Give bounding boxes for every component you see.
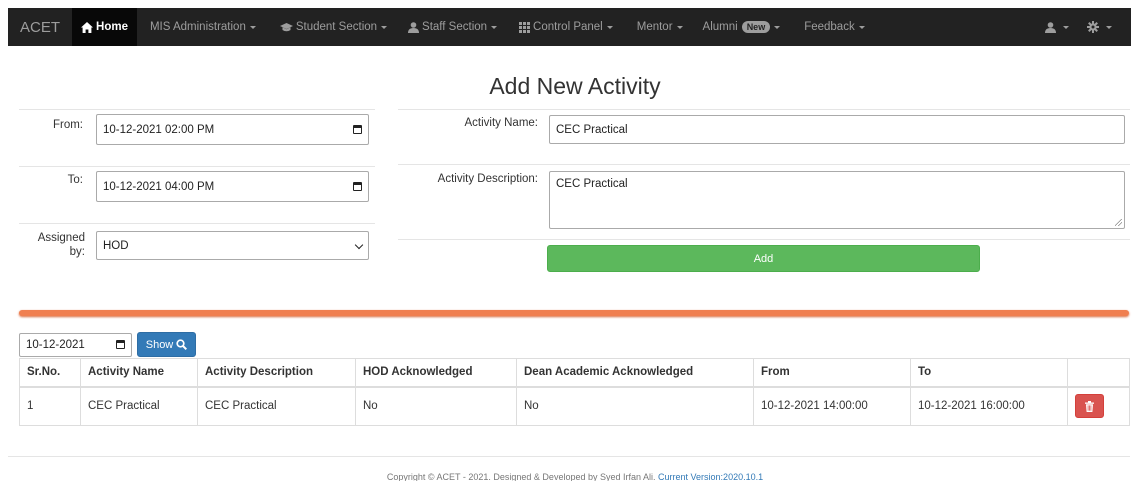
copyright-text: Copyright © ACET - 2021. Designed & Deve… bbox=[386, 472, 656, 481]
nav-home-label: Home bbox=[96, 21, 128, 33]
user-icon bbox=[408, 21, 420, 33]
cell-activity-name: CEC Practical bbox=[80, 386, 198, 426]
assigned-by-select[interactable]: HOD bbox=[96, 231, 369, 260]
show-button[interactable]: Show bbox=[137, 332, 196, 357]
cell-from: 10-12-2021 14:00:00 bbox=[753, 386, 911, 426]
caret-down-icon bbox=[606, 25, 613, 29]
user-menu[interactable] bbox=[1036, 8, 1078, 46]
nav-feedback-label: Feedback bbox=[804, 21, 855, 33]
brand-logo[interactable]: ACET bbox=[8, 8, 72, 46]
calendar-icon[interactable] bbox=[353, 124, 362, 134]
grid-icon bbox=[519, 21, 531, 33]
divider bbox=[19, 109, 375, 110]
col-header-activity-name: Activity Name bbox=[80, 358, 198, 388]
activity-name-input[interactable]: CEC Practical bbox=[549, 115, 1125, 144]
from-datetime-field[interactable]: 10-12-2021 02:00 PM bbox=[96, 114, 369, 145]
activity-table: Sr.No. Activity Name Activity Descriptio… bbox=[19, 358, 1130, 426]
assigned-by-label-line1: Assigned bbox=[37, 232, 85, 244]
caret-down-icon bbox=[1106, 25, 1112, 29]
activity-description-value: CEC Practical bbox=[556, 178, 628, 190]
assigned-by-label-line2: by: bbox=[69, 246, 85, 258]
date-filter-input[interactable]: 10-12-2021 bbox=[19, 333, 132, 357]
col-header-to: To bbox=[910, 358, 1068, 388]
trash-icon bbox=[1085, 400, 1094, 412]
nav-mis-administration[interactable]: MIS Administration bbox=[141, 8, 265, 46]
to-label: To: bbox=[67, 174, 83, 186]
cell-sr-no: 1 bbox=[19, 386, 81, 426]
cell-hod-acknowledged: No bbox=[355, 386, 517, 426]
footer-divider bbox=[8, 456, 1130, 457]
nav-mis-administration-label: MIS Administration bbox=[149, 21, 246, 33]
resize-handle-icon[interactable] bbox=[1115, 219, 1122, 226]
footer: Copyright © ACET - 2021. Designed & Deve… bbox=[0, 472, 1133, 481]
calendar-icon[interactable] bbox=[353, 181, 362, 191]
home-icon bbox=[81, 21, 94, 33]
top-navbar: ACET Home MIS Administration Student Sec… bbox=[8, 8, 1131, 46]
col-header-sr-no: Sr.No. bbox=[19, 358, 81, 388]
col-header-actions bbox=[1067, 358, 1130, 388]
chevron-down-icon bbox=[354, 240, 364, 249]
caret-down-icon bbox=[249, 25, 256, 29]
cell-dean-academic-acknowledged: No bbox=[516, 386, 754, 426]
caret-down-icon bbox=[858, 25, 865, 29]
col-header-from: From bbox=[753, 358, 911, 388]
user-icon bbox=[1045, 21, 1056, 33]
cell-to: 10-12-2021 16:00:00 bbox=[910, 386, 1068, 426]
assigned-by-label: Assigned by: bbox=[19, 231, 85, 259]
caret-down-icon bbox=[774, 25, 781, 29]
nav-student-section-label: Student Section bbox=[295, 21, 378, 33]
col-header-hod-acknowledged: HOD Acknowledged bbox=[355, 358, 517, 388]
caret-down-icon bbox=[1063, 25, 1069, 29]
date-filter-value: 10-12-2021 bbox=[26, 339, 85, 351]
to-datetime-value: 10-12-2021 04:00 PM bbox=[103, 180, 215, 193]
page-title: Add New Activity bbox=[489, 73, 661, 99]
nav-alumni[interactable]: Alumni New bbox=[694, 8, 790, 46]
new-badge: New bbox=[741, 21, 771, 33]
nav-control-panel-label: Control Panel bbox=[533, 21, 603, 33]
nav-control-panel[interactable]: Control Panel bbox=[510, 8, 622, 46]
caret-down-icon bbox=[381, 25, 388, 29]
nav-home[interactable]: Home bbox=[72, 8, 137, 46]
divider bbox=[19, 223, 375, 224]
divider bbox=[398, 109, 1130, 110]
activity-description-label: Activity Description: bbox=[437, 173, 538, 185]
section-separator bbox=[19, 310, 1129, 316]
nav-mentor[interactable]: Mentor bbox=[628, 8, 692, 46]
delete-button[interactable] bbox=[1075, 394, 1104, 419]
search-icon bbox=[176, 339, 188, 350]
divider bbox=[398, 164, 1130, 165]
version-link[interactable]: Current Version:2020.10.1 bbox=[658, 472, 763, 481]
gear-icon bbox=[1087, 21, 1099, 33]
nav-staff-section-label: Staff Section bbox=[422, 21, 488, 33]
from-label: From: bbox=[52, 119, 83, 131]
activity-description-textarea[interactable]: CEC Practical bbox=[549, 171, 1125, 229]
caret-down-icon bbox=[491, 25, 498, 29]
col-header-dean-academic-acknowledged: Dean Academic Acknowledged bbox=[516, 358, 754, 388]
nav-mentor-label: Mentor bbox=[636, 21, 673, 33]
activity-name-value: CEC Practical bbox=[556, 123, 628, 136]
table-header-row: Sr.No. Activity Name Activity Descriptio… bbox=[19, 358, 1130, 388]
to-datetime-field[interactable]: 10-12-2021 04:00 PM bbox=[96, 171, 369, 202]
graduation-cap-icon bbox=[279, 22, 293, 31]
divider bbox=[19, 166, 375, 167]
cell-actions bbox=[1067, 386, 1130, 426]
col-header-activity-description: Activity Description bbox=[197, 358, 356, 388]
table-row: 1 CEC Practical CEC Practical No No 10-1… bbox=[19, 386, 1130, 426]
activity-name-label: Activity Name: bbox=[464, 117, 539, 129]
nav-student-section[interactable]: Student Section bbox=[271, 8, 396, 46]
show-button-label: Show bbox=[145, 338, 174, 351]
caret-down-icon bbox=[676, 25, 683, 29]
divider bbox=[398, 239, 1130, 240]
cell-activity-description: CEC Practical bbox=[197, 386, 356, 426]
nav-alumni-label: Alumni bbox=[702, 21, 738, 33]
settings-menu[interactable] bbox=[1078, 8, 1121, 46]
from-datetime-value: 10-12-2021 02:00 PM bbox=[103, 123, 215, 136]
add-button[interactable]: Add bbox=[547, 245, 980, 272]
navbar-right bbox=[1036, 8, 1121, 46]
assigned-by-value: HOD bbox=[103, 239, 129, 252]
nav-staff-section[interactable]: Staff Section bbox=[399, 8, 506, 46]
nav-feedback[interactable]: Feedback bbox=[795, 8, 874, 46]
calendar-icon[interactable] bbox=[116, 340, 125, 349]
